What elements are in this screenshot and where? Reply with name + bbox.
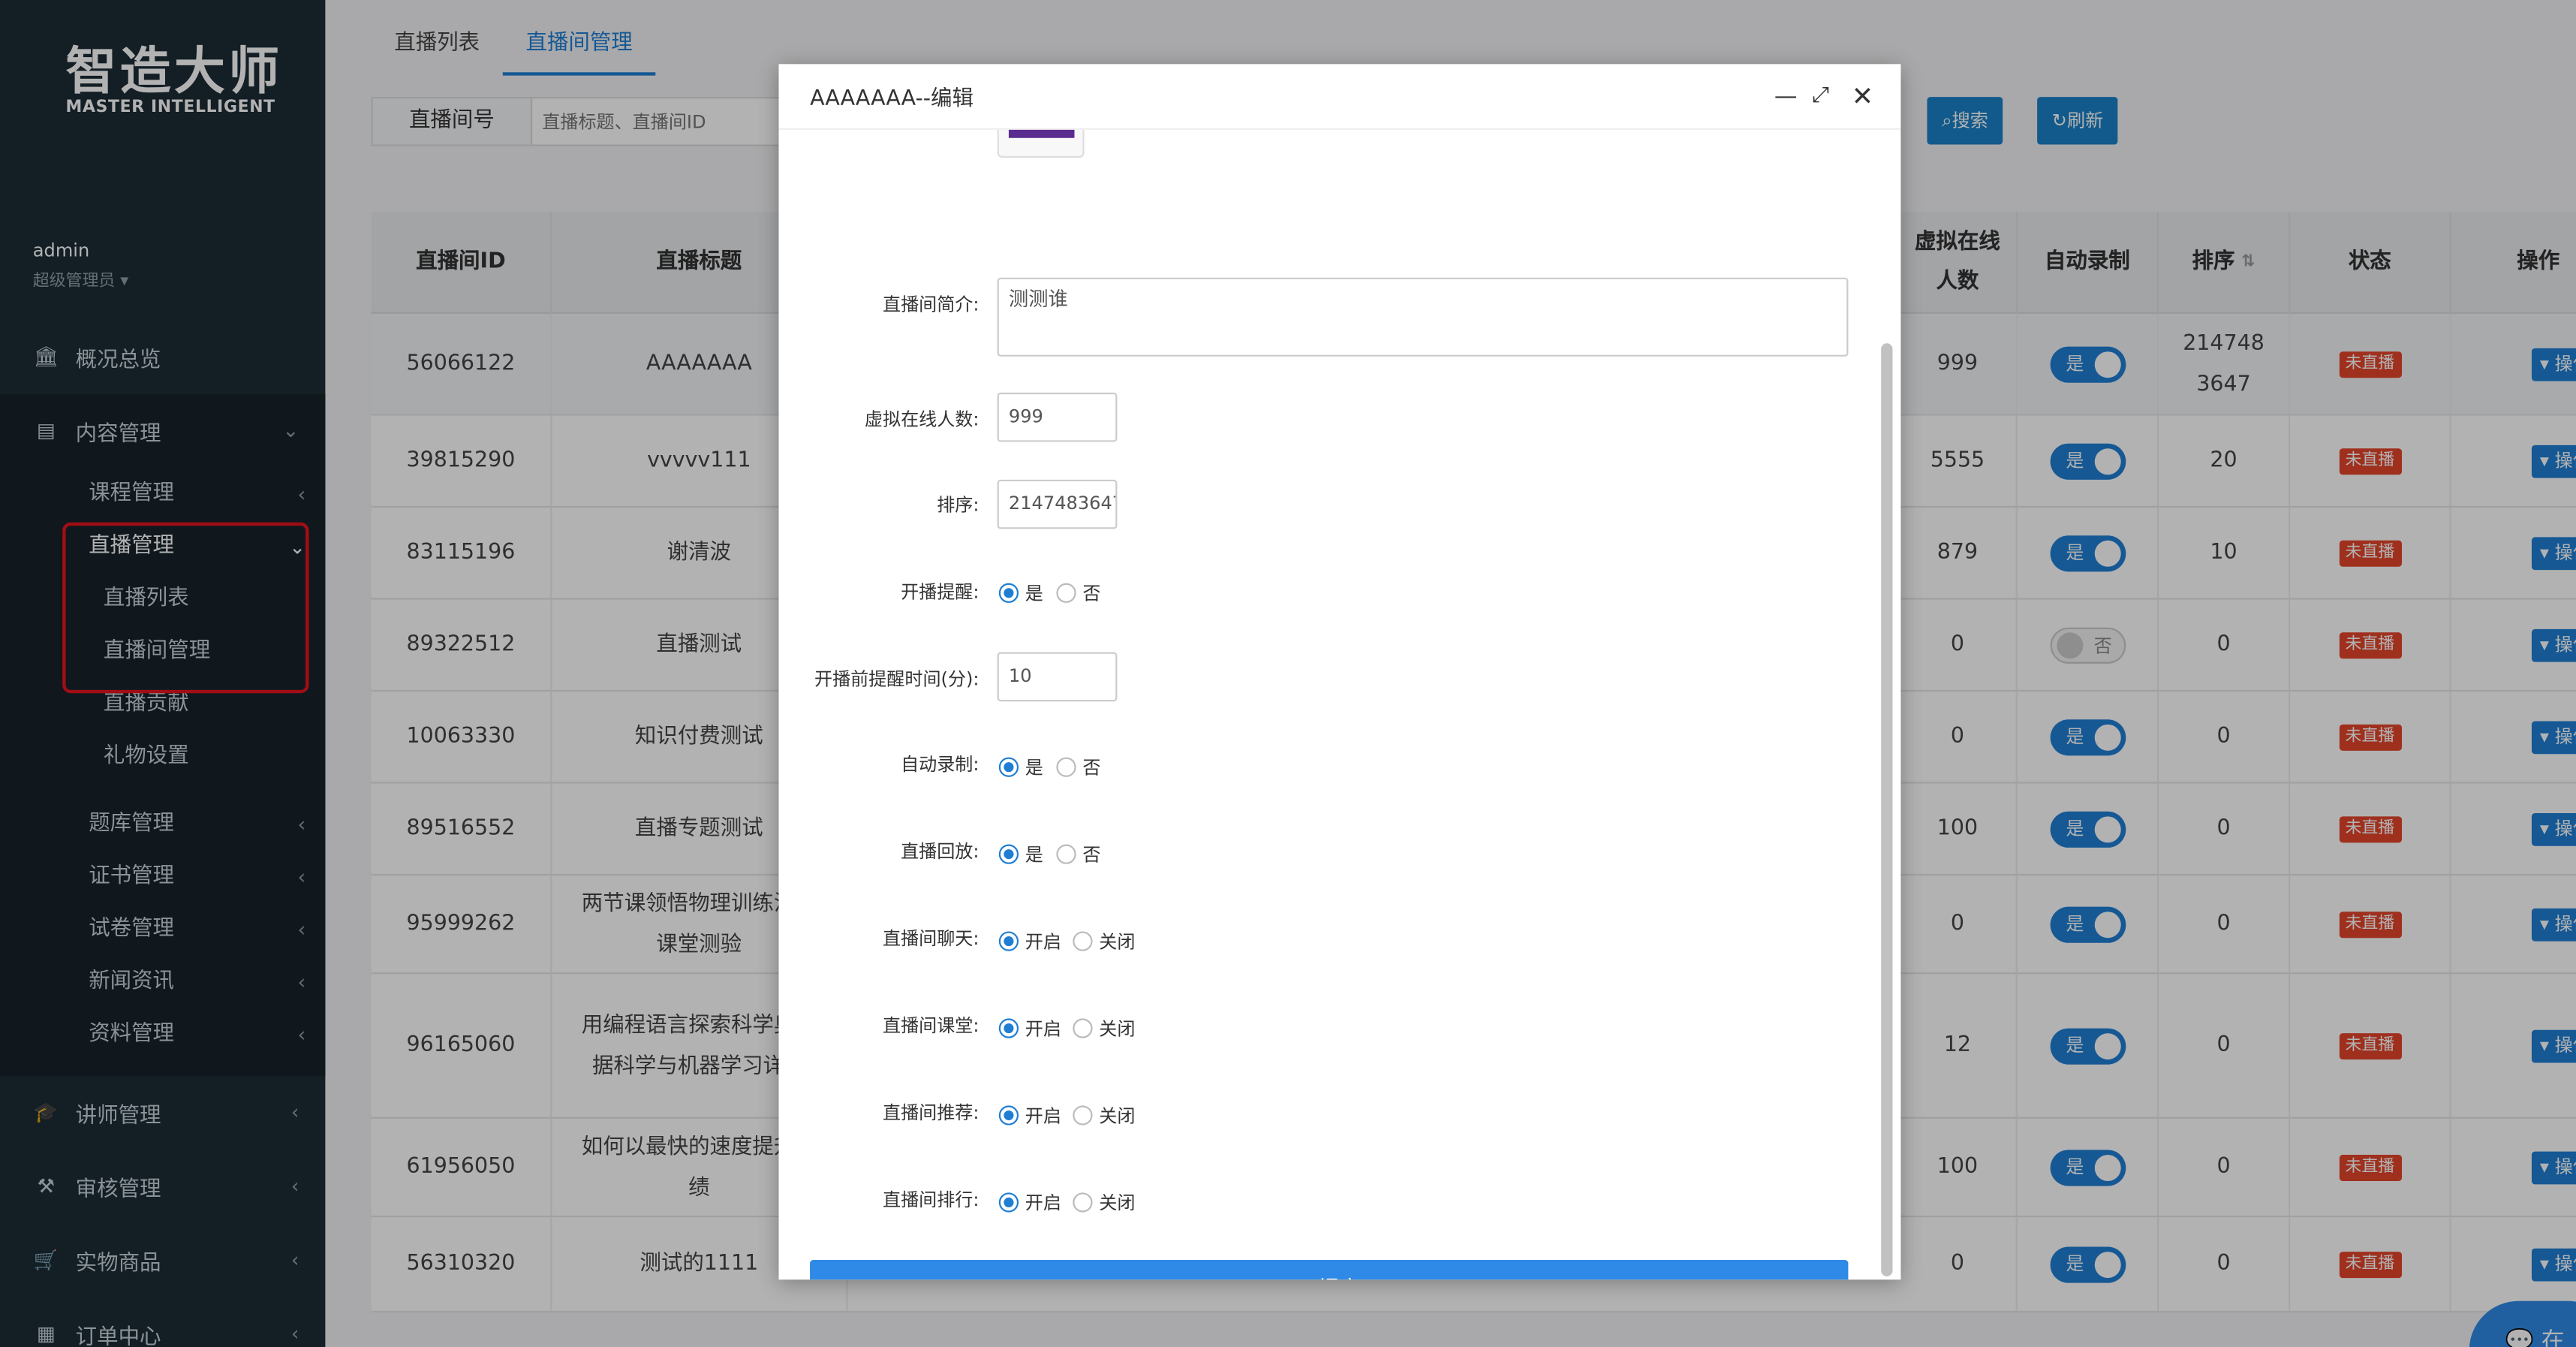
sort-input[interactable]: 2147483647 <box>997 479 1118 529</box>
radio-label: 否 <box>1082 583 1101 605</box>
radio-label: 关闭 <box>1099 931 1136 953</box>
intro-label: 直播间简介: <box>883 294 980 316</box>
recommend-label: 直播间推荐: <box>883 1102 980 1124</box>
remind-yes-radio[interactable]: 是 <box>998 580 1043 606</box>
radio-label: 开启 <box>1025 1018 1061 1040</box>
radio-checked-icon <box>998 1105 1019 1126</box>
radio-unchecked-icon <box>1073 1018 1093 1038</box>
intro-textarea[interactable]: 测测谁 <box>997 277 1849 357</box>
remind-label: 开播提醒: <box>901 581 980 603</box>
modal-header: AAAAAAA--编辑 <box>778 64 1901 130</box>
radio-label: 关闭 <box>1099 1192 1136 1214</box>
recommend-on-radio[interactable]: 开启 <box>998 1102 1061 1129</box>
remind-minutes-value: 10 <box>1008 665 1032 687</box>
rank-on-radio[interactable]: 开启 <box>998 1189 1061 1216</box>
radio-checked-icon <box>998 931 1019 951</box>
cover-thumbnail[interactable] <box>997 129 1085 158</box>
class-label: 直播间课堂: <box>883 1015 980 1037</box>
radio-unchecked-icon <box>1073 1192 1093 1213</box>
radio-label: 关闭 <box>1099 1018 1136 1040</box>
chat-on-radio[interactable]: 开启 <box>998 928 1061 954</box>
chat-off-radio[interactable]: 关闭 <box>1073 928 1135 954</box>
submit-label: 提交 <box>1318 1271 1361 1279</box>
radio-label: 开启 <box>1025 1105 1061 1127</box>
virtual-input[interactable]: 999 <box>997 392 1118 442</box>
cover-image <box>1008 129 1075 138</box>
virtual-label: 虚拟在线人数: <box>864 408 980 431</box>
replay-no-radio[interactable]: 否 <box>1056 841 1100 867</box>
rank-label: 直播间排行: <box>883 1189 980 1211</box>
save-icon: ▪ <box>1297 1278 1308 1279</box>
replay-label: 直播回放: <box>901 841 980 863</box>
minimize-icon[interactable]: — <box>1774 84 1798 110</box>
radio-checked-icon <box>998 583 1019 603</box>
radio-label: 是 <box>1025 757 1043 779</box>
maximize-icon[interactable]: ⤢ <box>1812 84 1829 109</box>
radio-label: 否 <box>1082 757 1101 779</box>
radio-checked-icon <box>998 1018 1019 1038</box>
radio-unchecked-icon <box>1056 844 1076 864</box>
replay-yes-radio[interactable]: 是 <box>998 841 1043 867</box>
radio-label: 关闭 <box>1099 1105 1136 1127</box>
modal-title: AAAAAAA--编辑 <box>810 86 974 112</box>
recommend-off-radio[interactable]: 关闭 <box>1073 1102 1135 1129</box>
submit-button[interactable]: ▪ 提交 <box>810 1260 1849 1280</box>
radio-checked-icon <box>998 757 1019 777</box>
remind-no-radio[interactable]: 否 <box>1056 580 1100 606</box>
remind-minutes-input[interactable]: 10 <box>997 652 1118 702</box>
radio-label: 开启 <box>1025 1192 1061 1214</box>
radio-unchecked-icon <box>1073 1105 1093 1126</box>
edit-modal: AAAAAAA--编辑 — ⤢ ✕ 直播间简介: 测测谁 虚拟在线人数: 999… <box>778 64 1901 1280</box>
auto-record-yes-radio[interactable]: 是 <box>998 754 1043 780</box>
sort-value: 2147483647 <box>1008 493 1118 514</box>
sort-label: 排序: <box>937 494 980 516</box>
radio-label: 否 <box>1082 844 1101 866</box>
app-root: 智造大师 MASTER INTELLIGENT admin 超级管理员 ▾ 🏛 … <box>0 0 2576 1347</box>
radio-unchecked-icon <box>1056 583 1076 603</box>
modal-body: 直播间简介: 测测谁 虚拟在线人数: 999 排序: 2147483647 开播… <box>778 129 1900 1280</box>
auto-record-no-radio[interactable]: 否 <box>1056 754 1100 780</box>
radio-unchecked-icon <box>1056 757 1076 777</box>
close-icon[interactable]: ✕ <box>1852 80 1873 112</box>
intro-value: 测测谁 <box>1008 287 1068 311</box>
remind-minutes-label: 开播前提醒时间(分): <box>814 668 980 690</box>
radio-checked-icon <box>998 844 1019 864</box>
radio-checked-icon <box>998 1192 1019 1213</box>
radio-label: 是 <box>1025 844 1043 866</box>
radio-unchecked-icon <box>1073 931 1093 951</box>
virtual-value: 999 <box>1008 405 1043 427</box>
radio-label: 是 <box>1025 583 1043 605</box>
auto-record-label: 自动录制: <box>901 754 980 776</box>
class-on-radio[interactable]: 开启 <box>998 1015 1061 1041</box>
modal-scrollbar[interactable] <box>1881 343 1893 1276</box>
class-off-radio[interactable]: 关闭 <box>1073 1015 1135 1041</box>
radio-label: 开启 <box>1025 931 1061 953</box>
chat-label: 直播间聊天: <box>883 928 980 950</box>
rank-off-radio[interactable]: 关闭 <box>1073 1189 1135 1216</box>
